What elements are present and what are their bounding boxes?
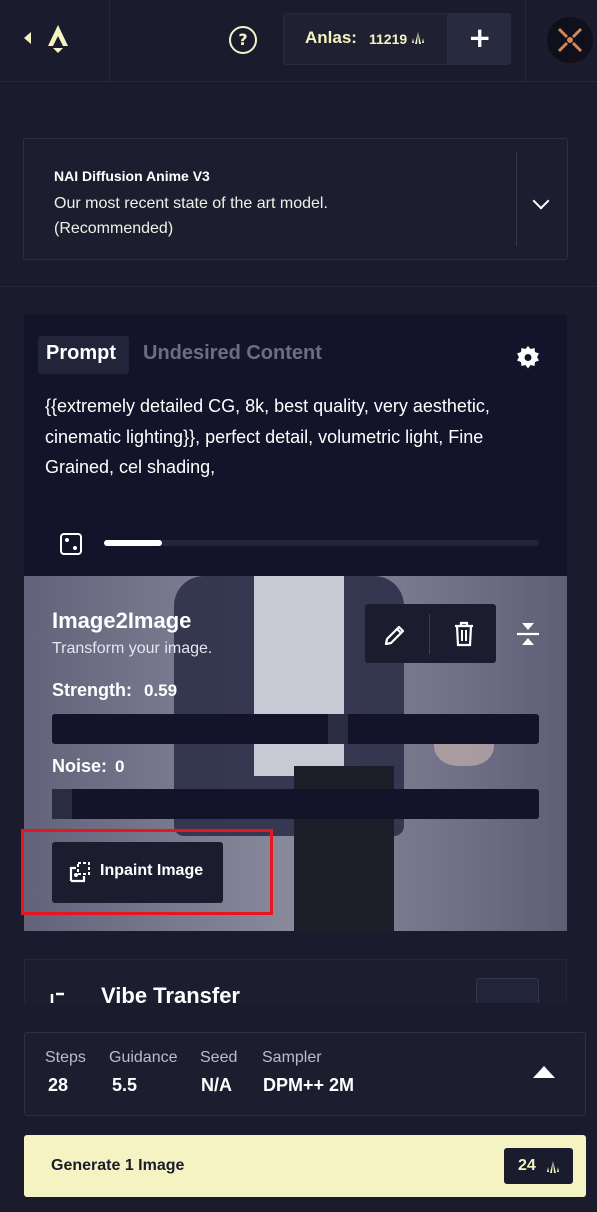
noise-value: 0 bbox=[115, 757, 125, 776]
divider bbox=[525, 0, 526, 82]
image2image-subtitle: Transform your image. bbox=[52, 640, 213, 657]
steps-value: 28 bbox=[48, 1075, 69, 1095]
generate-cost: 24 bbox=[518, 1157, 536, 1174]
strength-value: 0.59 bbox=[144, 681, 178, 700]
back-arrow-icon[interactable] bbox=[24, 32, 31, 44]
divider bbox=[429, 614, 430, 654]
guidance-label: Guidance bbox=[109, 1049, 178, 1066]
slider-fill bbox=[104, 540, 162, 546]
plus-icon[interactable]: + bbox=[468, 23, 491, 53]
generation-settings[interactable] bbox=[24, 1032, 586, 1116]
model-description: Our most recent state of the art model. … bbox=[54, 195, 328, 237]
anlas-label: Anlas: bbox=[305, 28, 357, 47]
image2image-title: Image2Image bbox=[52, 608, 192, 633]
strength-slider[interactable] bbox=[52, 714, 539, 744]
trash-icon[interactable] bbox=[452, 620, 476, 648]
anlas-icon bbox=[412, 32, 424, 44]
help-icon[interactable]: ? bbox=[229, 26, 257, 54]
collapse-icon[interactable] bbox=[515, 620, 541, 648]
novelai-logo-icon[interactable] bbox=[44, 24, 72, 54]
avatar[interactable] bbox=[547, 17, 593, 63]
guidance-value: 5.5 bbox=[112, 1075, 138, 1095]
pencil-icon[interactable] bbox=[382, 622, 408, 648]
gear-icon[interactable] bbox=[515, 345, 541, 371]
anlas-icon bbox=[547, 1161, 559, 1173]
dice-icon[interactable] bbox=[60, 533, 82, 555]
source-image-figure bbox=[254, 576, 344, 776]
noise-label: Noise: bbox=[52, 756, 108, 776]
divider bbox=[516, 152, 517, 246]
caret-up-icon[interactable] bbox=[533, 1066, 555, 1078]
strength-slider-handle[interactable] bbox=[328, 714, 348, 744]
model-name: NAI Diffusion Anime V3 bbox=[54, 168, 210, 184]
prompt-input[interactable]: {{extremely detailed CG, 8k, best qualit… bbox=[45, 391, 550, 483]
sampler-value: DPM++ 2M bbox=[263, 1075, 355, 1095]
steps-label: Steps bbox=[45, 1049, 86, 1066]
noise-slider-handle[interactable] bbox=[52, 789, 72, 819]
anlas-value: 11219 bbox=[369, 31, 408, 47]
generate-cost-badge bbox=[504, 1148, 573, 1184]
divider bbox=[0, 286, 597, 287]
highlight-box bbox=[21, 829, 273, 915]
noise-slider[interactable] bbox=[52, 789, 539, 819]
generate-label: Generate 1 Image bbox=[51, 1157, 185, 1174]
sampler-label: Sampler bbox=[262, 1049, 322, 1066]
divider bbox=[109, 0, 110, 82]
tab-prompt[interactable]: Prompt bbox=[38, 336, 129, 374]
tab-undesired-content[interactable]: Undesired Content bbox=[143, 342, 322, 365]
seed-label: Seed bbox=[200, 1049, 238, 1066]
strength-label: Strength: bbox=[52, 680, 132, 700]
seed-value: N/A bbox=[201, 1075, 232, 1095]
prompt-strength-slider[interactable] bbox=[104, 540, 539, 546]
